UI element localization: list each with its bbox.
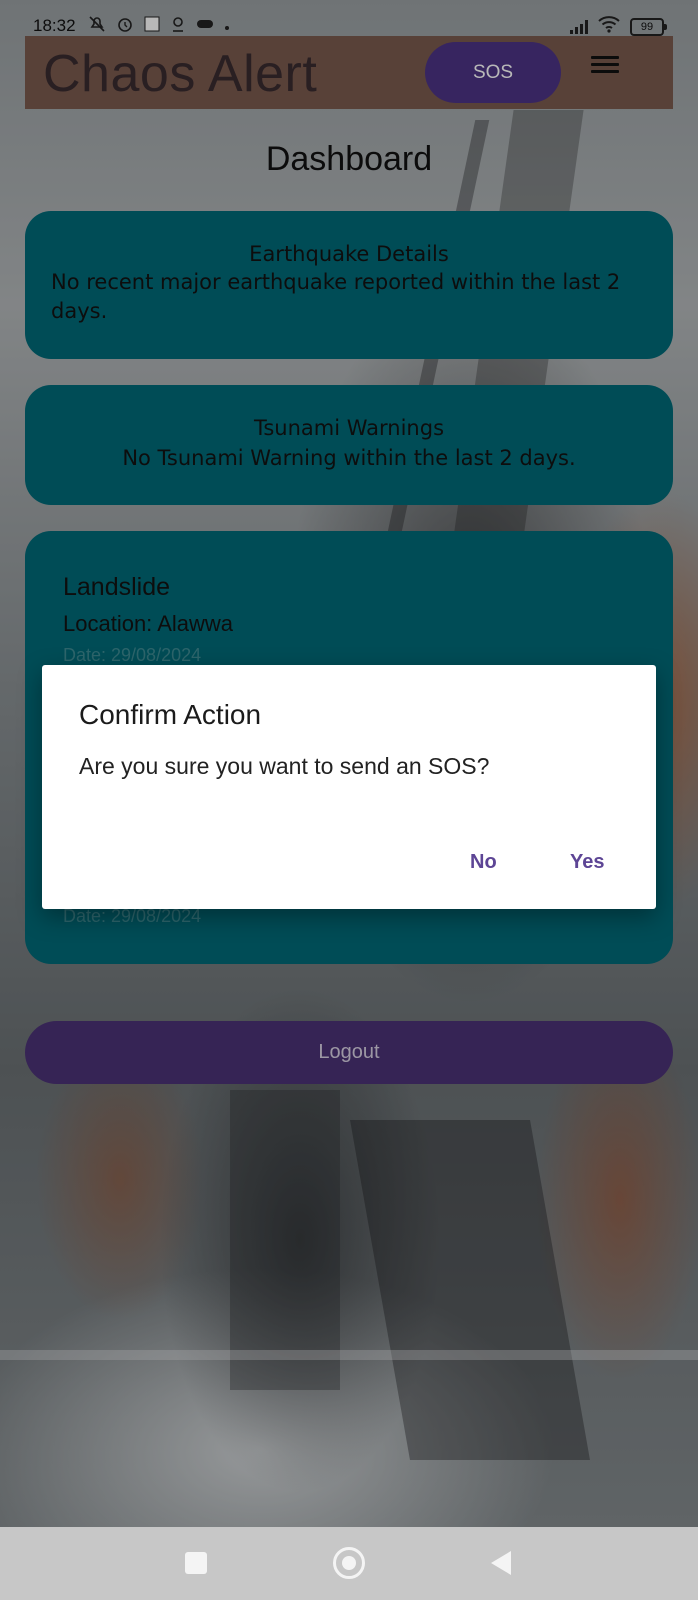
no-button[interactable]: No: [460, 845, 507, 880]
home-icon[interactable]: [333, 1547, 365, 1579]
back-icon[interactable]: [491, 1551, 511, 1575]
dialog-message: Are you sure you want to send an SOS?: [79, 753, 490, 779]
dialog-title: Confirm Action: [79, 699, 262, 730]
yes-button[interactable]: Yes: [560, 845, 614, 880]
confirm-dialog: Confirm Action Are you sure you want to …: [42, 665, 656, 909]
navigation-bar: [0, 1527, 698, 1600]
recents-icon[interactable]: [185, 1552, 207, 1574]
